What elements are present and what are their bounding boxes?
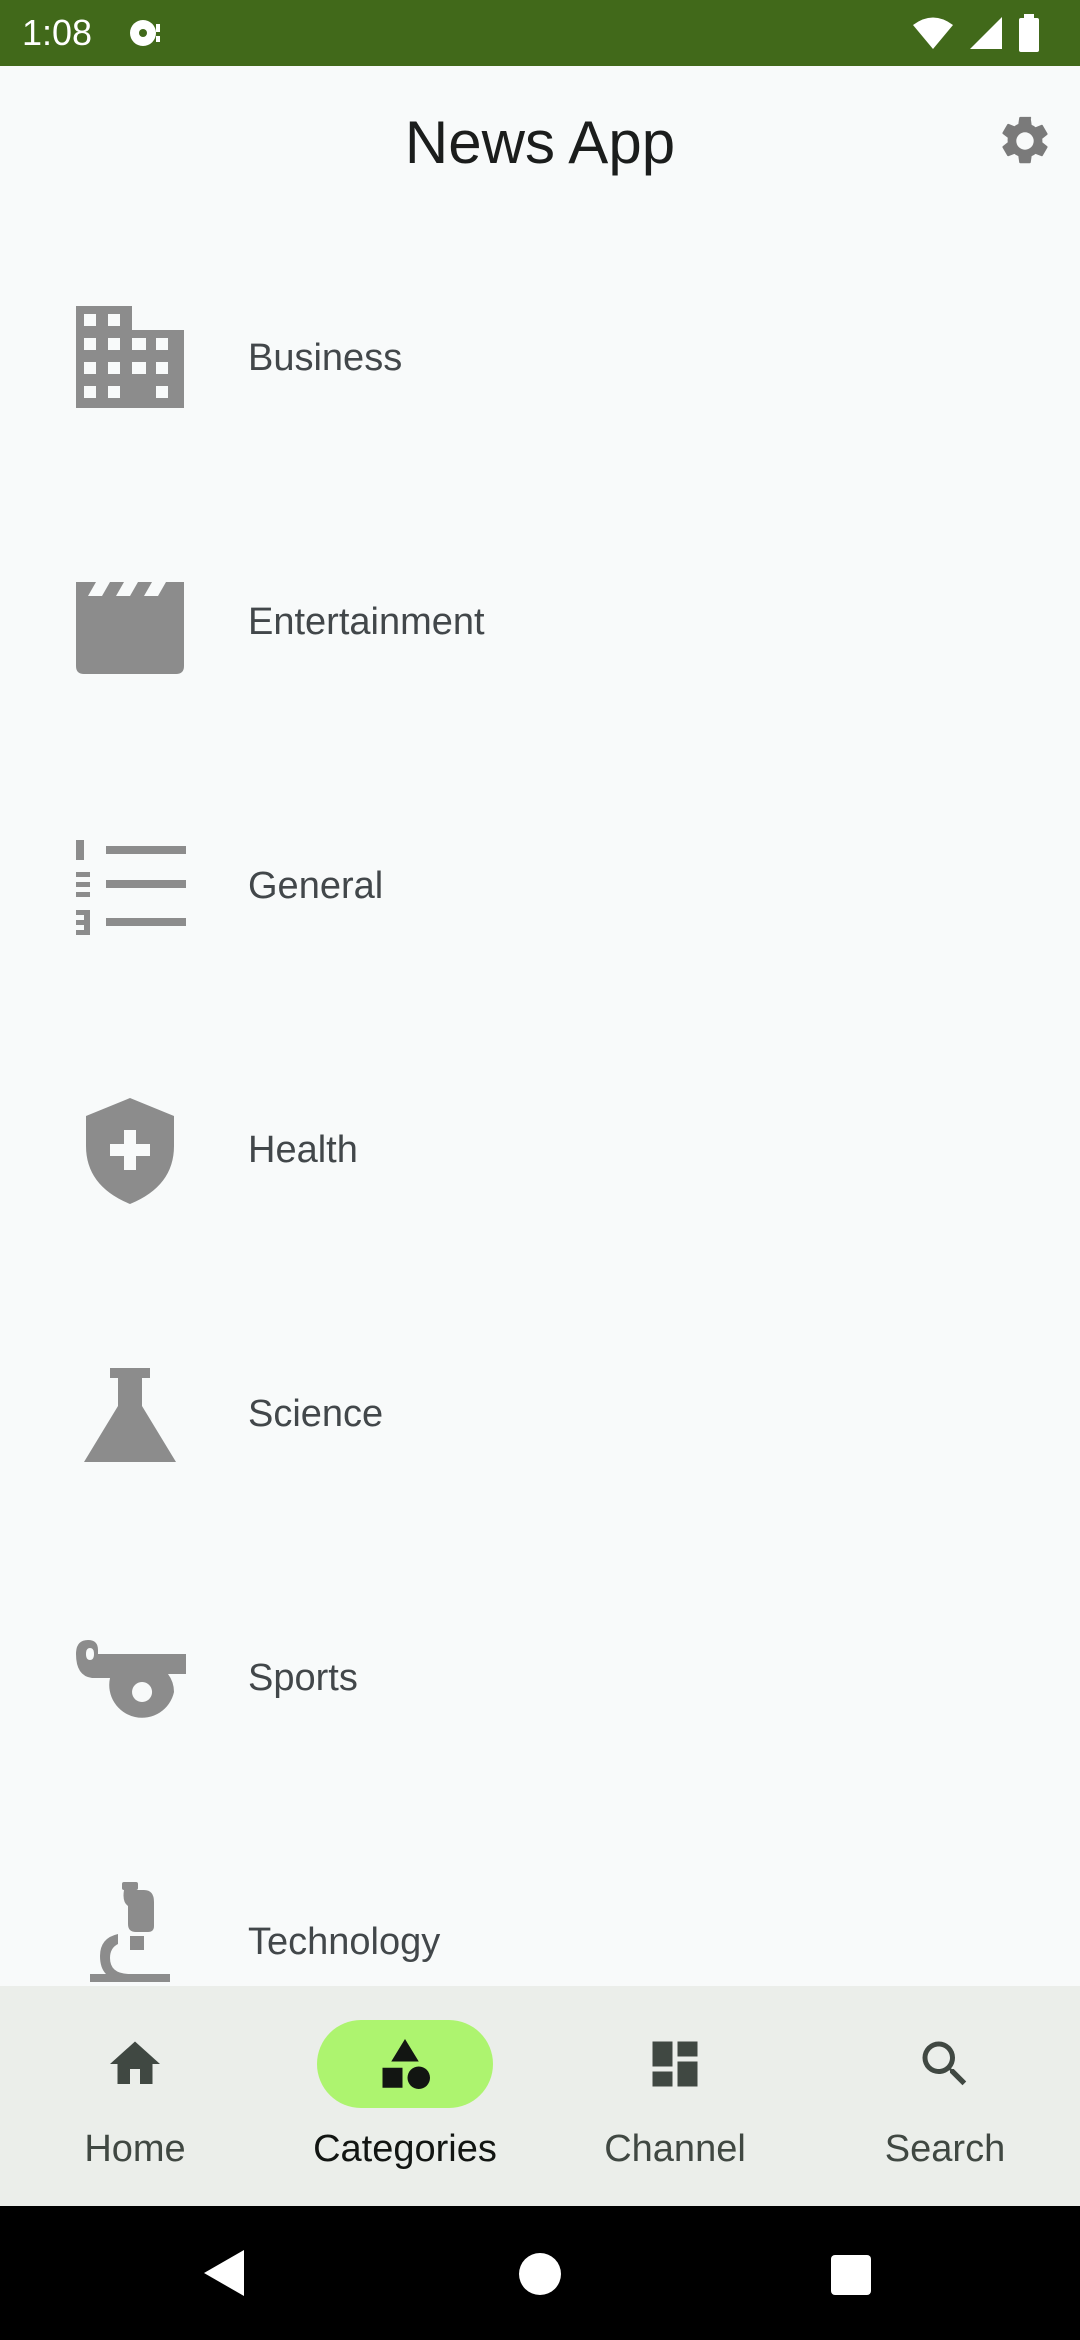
category-label: Entertainment [248,601,485,643]
page-title: News App [404,109,676,176]
recents-icon[interactable] [830,2254,872,2296]
category-item-entertainment[interactable]: Entertainment [0,490,1080,754]
category-item-science[interactable]: Science [0,1282,1080,1546]
status-bar: 1:08 [0,0,1080,66]
wifi-icon [913,17,953,49]
nav-item-channel[interactable]: Channel [540,1986,810,2206]
system-navigation-bar [0,2206,1080,2340]
dashboard-icon [652,2041,698,2087]
home-circle-icon[interactable] [518,2252,562,2296]
health-shield-icon [86,1098,174,1204]
nav-item-categories[interactable]: Categories [270,1986,540,2206]
category-item-general[interactable]: General [0,754,1080,1018]
category-label: Health [248,1129,358,1171]
search-icon [922,2041,967,2086]
gear-icon [1002,116,1048,164]
category-label: Science [248,1393,384,1435]
back-icon[interactable] [200,2248,248,2298]
category-list: Business Entertainment General Health Sc… [0,226,1080,1986]
signal-icon [970,17,1002,49]
category-item-technology[interactable]: Technology [0,1810,1080,1986]
battery-icon [1019,14,1039,52]
category-label: Sports [248,1657,358,1699]
building-icon [76,306,184,408]
categories-icon [382,2039,430,2089]
nav-label: Search [884,2128,1006,2170]
nav-label: Channel [604,2128,746,2170]
flask-icon [84,1368,176,1462]
nav-label: Categories [313,2128,497,2170]
status-time: 1:08 [22,12,93,53]
nav-item-home[interactable]: Home [0,1986,270,2206]
microscope-icon [90,1882,170,1982]
nav-label: Home [84,2128,186,2170]
settings-button[interactable] [994,110,1056,172]
category-label: Technology [248,1921,441,1963]
category-label: General [248,865,384,907]
media-icon [130,20,160,46]
app-bar: News App [0,66,1080,226]
numbered-list-icon [76,840,186,935]
category-item-health[interactable]: Health [0,1018,1080,1282]
whistle-icon [76,1640,186,1718]
home-icon [110,2041,160,2084]
nav-item-search[interactable]: Search [810,1986,1080,2206]
clapperboard-icon [76,582,184,674]
category-item-sports[interactable]: Sports [0,1546,1080,1810]
category-item-business[interactable]: Business [0,226,1080,490]
bottom-navigation: Home Categories Channel Search [0,1986,1080,2206]
category-label: Business [248,337,403,379]
